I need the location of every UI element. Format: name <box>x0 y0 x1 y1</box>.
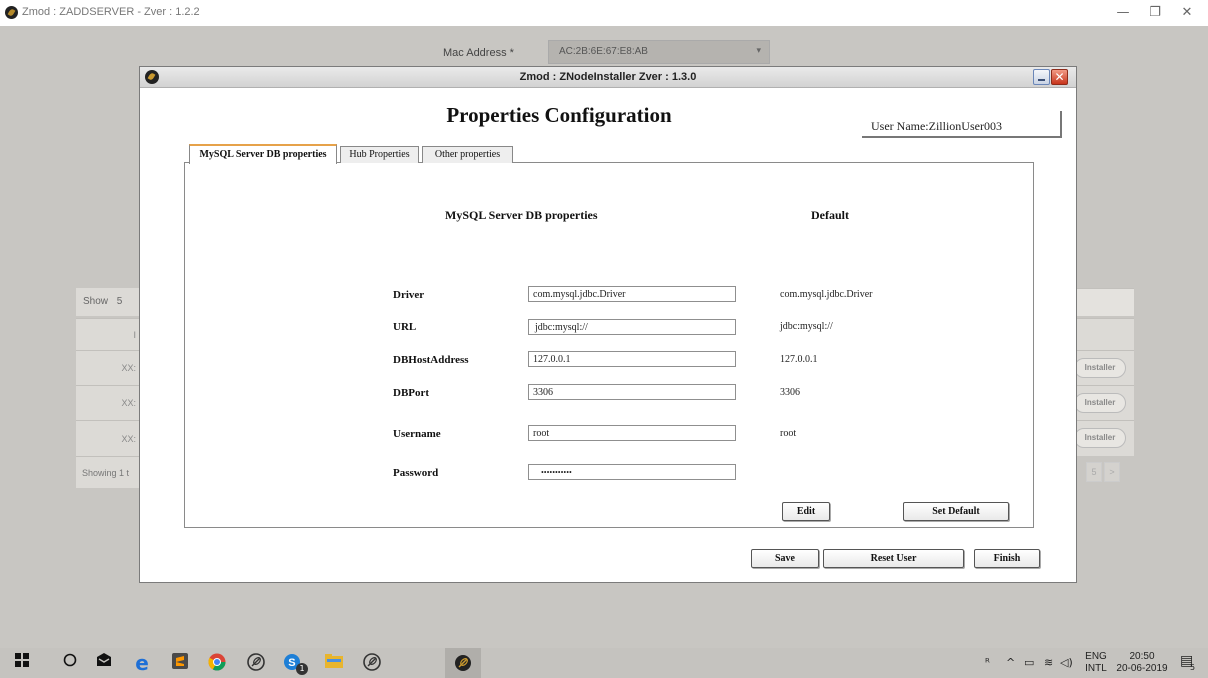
table-row: XX: <box>76 385 144 420</box>
url-default: jdbc:mysql:// <box>780 321 833 332</box>
mail-icon[interactable] <box>94 653 114 673</box>
page-title: Properties Configuration <box>446 103 672 127</box>
show-value: 5 <box>116 296 123 307</box>
mac-address-select[interactable]: AC:2B:6E:67:E8:AB ▾ <box>548 40 770 64</box>
dbport-label: DBPort <box>393 387 430 399</box>
mac-address-value: AC:2B:6E:67:E8:AB <box>559 46 648 57</box>
username-input[interactable]: root <box>528 425 736 441</box>
pager-page[interactable]: 5 <box>1086 462 1102 482</box>
driver-default: com.mysql.jdbc.Driver <box>780 289 873 300</box>
chevron-up-icon[interactable]: ^ <box>1006 656 1015 669</box>
sublime-text-icon[interactable] <box>170 653 190 673</box>
finish-button[interactable]: Finish <box>974 549 1040 568</box>
tab-mysql-server-db-properties[interactable]: MySQL Server DB properties <box>189 144 337 164</box>
show-label: Show <box>83 296 109 307</box>
table-row: XX: <box>76 350 144 385</box>
people-icon[interactable]: ᴿ <box>985 656 990 669</box>
url-label: URL <box>393 321 417 333</box>
properties-dialog: Zmod : ZNodeInstaller Zver : 1.3.0 ✕ Pro… <box>139 66 1077 583</box>
restore-button[interactable]: ❐ <box>1138 3 1172 23</box>
notification-count: 5 <box>1190 663 1196 672</box>
battery-icon[interactable]: ▭ <box>1024 656 1034 669</box>
zmod-app-icon[interactable] <box>246 653 266 673</box>
windows-start-icon[interactable] <box>12 653 32 673</box>
installer-button[interactable]: Installer <box>1074 393 1126 413</box>
edge-browser-icon[interactable]: e <box>132 653 152 673</box>
taskbar: e S 1 ᴿ ^ ▭ ≋ ◁) ENG INTL 20:50 20-06-20… <box>0 648 1208 678</box>
driver-input[interactable]: com.mysql.jdbc.Driver <box>528 286 736 302</box>
clock-time: 20:50 <box>1129 651 1155 662</box>
chevron-down-icon: ▾ <box>756 45 761 55</box>
dialog-title: Zmod : ZNodeInstaller Zver : 1.3.0 <box>519 71 697 83</box>
section-title: MySQL Server DB properties <box>445 208 598 222</box>
clock-date: 20-06-2019 <box>1116 663 1168 674</box>
edit-button[interactable]: Edit <box>782 502 830 521</box>
dbhostaddress-default: 127.0.0.1 <box>780 354 818 365</box>
reset-user-button[interactable]: Reset User <box>823 549 964 568</box>
user-name-label: User Name:ZillionUser003 <box>862 111 1062 138</box>
dialog-title-bar: Zmod : ZNodeInstaller Zver : 1.3.0 ✕ <box>140 67 1076 88</box>
tab-other-properties[interactable]: Other properties <box>422 146 513 163</box>
table-header-cell <box>1070 318 1134 350</box>
table-header-cell: I <box>76 318 144 350</box>
app-icon <box>5 6 18 19</box>
svg-text:S: S <box>288 657 295 669</box>
mac-address-label: Mac Address * <box>443 47 514 59</box>
table-row: XX: <box>76 420 144 456</box>
language-indicator[interactable]: ENG INTL <box>1082 651 1110 675</box>
installer-button[interactable]: Installer <box>1074 428 1126 448</box>
password-label: Password <box>393 467 439 479</box>
volume-icon[interactable]: ◁) <box>1060 656 1073 669</box>
dbport-default: 3306 <box>780 387 800 398</box>
zmod-app-icon[interactable] <box>362 653 382 673</box>
show-entries[interactable]: Show 5 <box>76 288 144 316</box>
dialog-close-button[interactable]: ✕ <box>1051 69 1068 85</box>
url-input[interactable]: jdbc:mysql:// <box>528 319 736 335</box>
installer-button[interactable]: Installer <box>1074 358 1126 378</box>
chrome-icon[interactable] <box>207 653 227 673</box>
username-label: Username <box>393 428 441 440</box>
pager-next[interactable]: > <box>1104 462 1120 482</box>
dbhostaddress-label: DBHostAddress <box>393 354 469 366</box>
minimize-button[interactable]: — <box>1106 3 1140 23</box>
language-code: ENG <box>1085 651 1107 662</box>
keyboard-layout: INTL <box>1085 663 1107 674</box>
dbport-input[interactable]: 3306 <box>528 384 736 400</box>
dialog-minimize-button[interactable] <box>1033 69 1050 85</box>
save-button[interactable]: Save <box>751 549 819 568</box>
password-input[interactable]: ••••••••••• <box>528 464 736 480</box>
default-column-title: Default <box>811 208 849 222</box>
dbhostaddress-input[interactable]: 127.0.0.1 <box>528 351 736 367</box>
wifi-icon[interactable]: ≋ <box>1044 656 1053 669</box>
tab-hub-properties[interactable]: Hub Properties <box>340 146 419 163</box>
search-box[interactable] <box>1070 288 1134 316</box>
search-icon[interactable] <box>60 653 80 673</box>
username-default: root <box>780 428 797 439</box>
table-footer-info: Showing 1 t <box>76 456 144 488</box>
clock[interactable]: 20:50 20-06-2019 <box>1114 651 1170 675</box>
driver-label: Driver <box>393 289 425 301</box>
outer-window-title: Zmod : ZADDSERVER - Zver : 1.2.2 <box>22 6 200 18</box>
zmod-app-active-icon[interactable] <box>445 648 481 678</box>
skype-badge: 1 <box>296 663 308 675</box>
file-explorer-icon[interactable] <box>324 653 344 673</box>
set-default-button[interactable]: Set Default <box>903 502 1009 521</box>
outer-title-bar: Zmod : ZADDSERVER - Zver : 1.2.2 — ❐ ✕ <box>0 0 1208 26</box>
close-button[interactable]: ✕ <box>1170 3 1204 23</box>
